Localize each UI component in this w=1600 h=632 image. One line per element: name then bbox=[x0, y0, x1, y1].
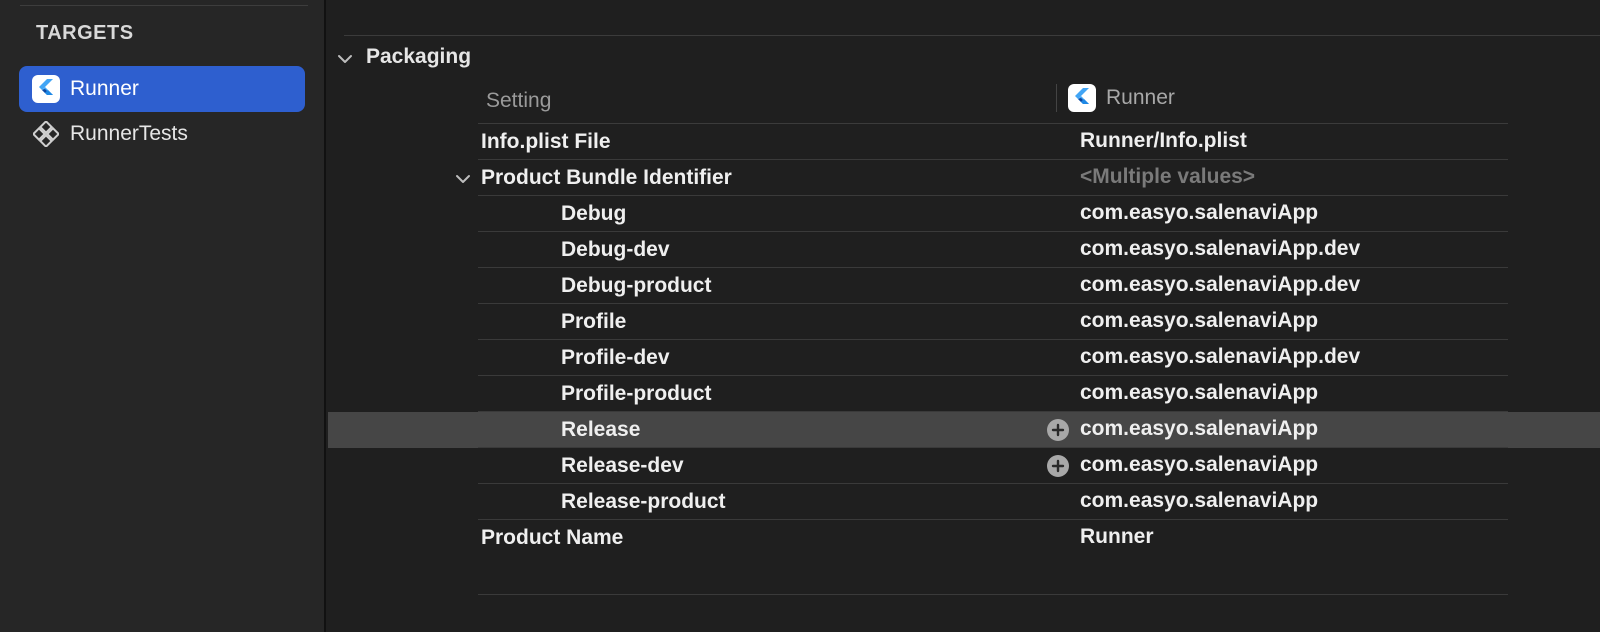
plus-circle-icon[interactable] bbox=[1047, 419, 1069, 441]
table-bottom-divider bbox=[478, 594, 1508, 595]
setting-row-debug-dev[interactable]: Debug-dev com.easyo.salenaviApp.dev bbox=[328, 232, 1600, 268]
targets-sidebar: TARGETS Runner RunnerTests bbox=[0, 0, 326, 632]
setting-row-debug-product[interactable]: Debug-product com.easyo.salenaviApp.dev bbox=[328, 268, 1600, 304]
setting-row-profile-dev[interactable]: Profile-dev com.easyo.salenaviApp.dev bbox=[328, 340, 1600, 376]
setting-value[interactable]: Runner/Info.plist bbox=[1080, 129, 1247, 153]
column-header-label: Runner bbox=[1106, 86, 1175, 109]
panel-divider bbox=[344, 35, 1600, 36]
column-header-runner[interactable]: Runner bbox=[1068, 82, 1175, 114]
packaging-section-header[interactable]: Packaging bbox=[328, 42, 728, 76]
sidebar-item-label: Runner bbox=[70, 77, 139, 100]
xcode-build-settings-window: TARGETS Runner RunnerTests Packaging Set… bbox=[0, 0, 1600, 632]
column-header-setting[interactable]: Setting bbox=[486, 89, 551, 113]
setting-row-release-dev[interactable]: Release-dev com.easyo.salenaviApp bbox=[328, 448, 1600, 484]
settings-rows: Info.plist File Runner/Info.plist Produc… bbox=[328, 124, 1600, 556]
chevron-down-icon[interactable] bbox=[336, 50, 354, 73]
setting-name: Debug-product bbox=[561, 274, 712, 297]
setting-row-info-plist[interactable]: Info.plist File Runner/Info.plist bbox=[328, 124, 1600, 160]
targets-header: TARGETS bbox=[36, 22, 134, 44]
setting-value[interactable]: <Multiple values> bbox=[1080, 165, 1255, 189]
setting-row-debug[interactable]: Debug com.easyo.salenaviApp bbox=[328, 196, 1600, 232]
setting-name: Release-dev bbox=[561, 454, 684, 477]
build-settings-panel: Packaging Setting Runner Info.plist File… bbox=[328, 0, 1600, 632]
sidebar-item-runner[interactable]: Runner bbox=[19, 66, 305, 112]
flutter-icon bbox=[32, 75, 60, 103]
sidebar-divider bbox=[20, 5, 308, 6]
setting-value[interactable]: com.easyo.salenaviApp.dev bbox=[1080, 345, 1360, 369]
setting-name: Product Bundle Identifier bbox=[481, 166, 732, 189]
setting-row-profile[interactable]: Profile com.easyo.salenaviApp bbox=[328, 304, 1600, 340]
column-divider[interactable] bbox=[1056, 84, 1057, 112]
setting-row-release[interactable]: Release com.easyo.salenaviApp bbox=[328, 412, 1600, 448]
setting-name: Product Name bbox=[481, 526, 624, 549]
setting-row-product-name[interactable]: Product Name Runner bbox=[328, 520, 1600, 556]
test-target-icon bbox=[32, 120, 60, 148]
setting-name: Info.plist File bbox=[481, 130, 611, 153]
setting-value[interactable]: com.easyo.salenaviApp bbox=[1080, 417, 1318, 441]
setting-value[interactable]: com.easyo.salenaviApp bbox=[1080, 381, 1318, 405]
setting-value[interactable]: com.easyo.salenaviApp bbox=[1080, 489, 1318, 513]
setting-value[interactable]: com.easyo.salenaviApp.dev bbox=[1080, 273, 1360, 297]
flutter-icon bbox=[1068, 84, 1096, 112]
setting-name: Release bbox=[561, 418, 641, 441]
plus-circle-icon[interactable] bbox=[1047, 455, 1069, 477]
setting-name: Profile-product bbox=[561, 382, 712, 405]
setting-value[interactable]: com.easyo.salenaviApp.dev bbox=[1080, 237, 1360, 261]
setting-name: Debug-dev bbox=[561, 238, 670, 261]
setting-value[interactable]: Runner bbox=[1080, 525, 1154, 549]
setting-name: Release-product bbox=[561, 490, 726, 513]
setting-value[interactable]: com.easyo.salenaviApp bbox=[1080, 453, 1318, 477]
setting-row-profile-product[interactable]: Profile-product com.easyo.salenaviApp bbox=[328, 376, 1600, 412]
setting-value[interactable]: com.easyo.salenaviApp bbox=[1080, 309, 1318, 333]
sidebar-item-label: RunnerTests bbox=[70, 122, 188, 145]
setting-name: Profile-dev bbox=[561, 346, 670, 369]
setting-name: Debug bbox=[561, 202, 627, 225]
section-title: Packaging bbox=[366, 45, 472, 68]
settings-column-header: Setting Runner bbox=[478, 82, 1508, 124]
setting-value[interactable]: com.easyo.salenaviApp bbox=[1080, 201, 1318, 225]
setting-row-release-product[interactable]: Release-product com.easyo.salenaviApp bbox=[328, 484, 1600, 520]
setting-name: Profile bbox=[561, 310, 627, 333]
chevron-down-icon[interactable] bbox=[455, 173, 471, 191]
setting-row-product-bundle-identifier[interactable]: Product Bundle Identifier <Multiple valu… bbox=[328, 160, 1600, 196]
sidebar-item-runnertests[interactable]: RunnerTests bbox=[19, 111, 305, 157]
